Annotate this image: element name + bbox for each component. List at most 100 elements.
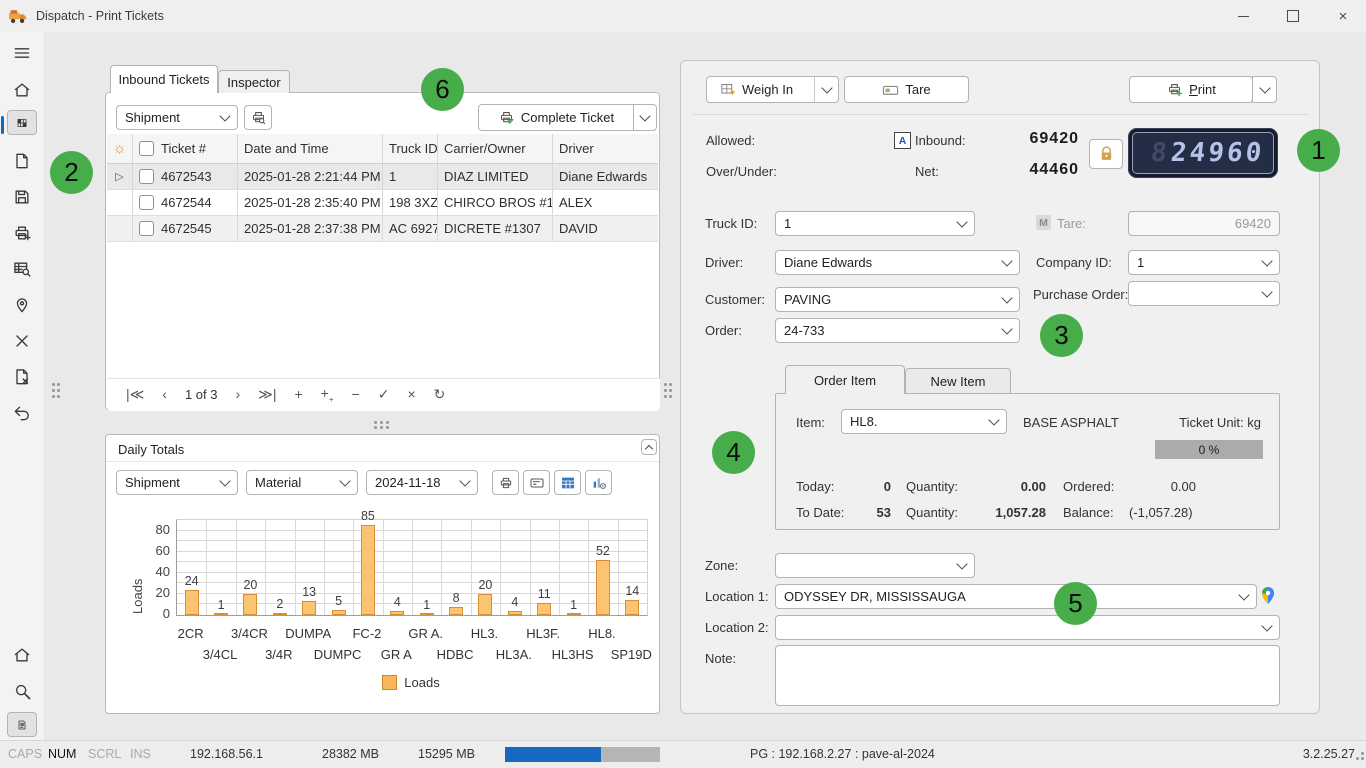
minimize-button[interactable] — [1221, 0, 1265, 32]
memory-1: 28382 MB — [322, 747, 379, 761]
column-truck[interactable]: Truck ID — [383, 134, 438, 163]
tab-inspector[interactable]: Inspector — [218, 70, 290, 93]
map-pin-icon[interactable] — [1261, 586, 1275, 605]
column-settings-header[interactable]: ☼ — [107, 134, 133, 163]
chart-category-label: FC-2 — [352, 626, 381, 641]
pager-next-button[interactable]: › — [227, 386, 250, 402]
pager-cancel-button[interactable]: × — [398, 386, 424, 402]
search-icon[interactable] — [7, 676, 37, 706]
table-search-icon[interactable] — [7, 254, 37, 284]
chart-bar — [567, 613, 581, 615]
note-textarea[interactable] — [775, 645, 1280, 706]
menu-icon[interactable] — [7, 38, 37, 68]
pager-delete-button[interactable]: − — [343, 386, 369, 402]
tab-order-item[interactable]: Order Item — [785, 365, 905, 394]
chevron-down-icon — [639, 110, 650, 121]
location2-select[interactable] — [775, 615, 1280, 640]
table-row[interactable]: 4672544 2025-01-28 2:35:40 PM 198 3XZ CH… — [107, 190, 658, 216]
close-button[interactable]: × — [1321, 0, 1365, 32]
pager-last-button[interactable]: ≫| — [249, 386, 285, 403]
chart-y-tick: 60 — [156, 543, 170, 558]
chart-y-tick: 40 — [156, 564, 170, 579]
tare-button[interactable]: Tare — [844, 76, 969, 103]
chart-bar-value: 20 — [243, 578, 257, 592]
column-datetime[interactable]: Date and Time — [238, 134, 383, 163]
print-dropdown[interactable] — [1252, 76, 1277, 103]
dashboard-icon[interactable] — [7, 110, 37, 135]
pager-commit-button[interactable]: ✓ — [369, 386, 399, 403]
collapse-panel-button[interactable] — [641, 439, 657, 455]
truck-id-select[interactable]: 1 — [775, 211, 975, 236]
totals-group-select[interactable]: Material — [246, 470, 358, 495]
location1-select[interactable]: ODYSSEY DR, MISSISSAUGA — [775, 584, 1257, 609]
order-select[interactable]: 24-733 — [775, 318, 1020, 343]
table-view-button[interactable] — [554, 470, 581, 495]
totals-type-select[interactable]: Shipment — [116, 470, 238, 495]
chart-bar-value: 20 — [478, 578, 492, 592]
row-checkbox[interactable] — [139, 195, 154, 210]
daily-totals-panel: Daily Totals Shipment Material 2024-11-1… — [105, 434, 660, 714]
chart-bar-value: 1 — [570, 598, 577, 612]
pager-add-child-button[interactable]: ++ — [312, 385, 343, 404]
row-checkbox[interactable] — [139, 221, 154, 236]
totals-date-select[interactable]: 2024-11-18 — [366, 470, 478, 495]
balance-value: (-1,057.28) — [1129, 505, 1193, 520]
chart-category-label: 2CR — [178, 626, 204, 641]
app-window: Dispatch - Print Tickets × Inbound T — [0, 0, 1366, 768]
memory-2: 15295 MB — [418, 747, 475, 761]
purchase-order-select[interactable] — [1128, 281, 1280, 306]
home-bottom-icon[interactable] — [7, 640, 37, 670]
print-add-icon[interactable] — [7, 218, 37, 248]
tab-new-item[interactable]: New Item — [905, 368, 1011, 394]
ticket-type-select[interactable]: Shipment — [116, 105, 238, 130]
chart-category-label: DUMPA — [285, 626, 331, 641]
chart-category-label: HL3. — [471, 626, 498, 641]
new-document-icon[interactable] — [7, 146, 37, 176]
pager-first-button[interactable]: |≪ — [117, 386, 153, 403]
save-icon[interactable] — [7, 182, 37, 212]
zone-select[interactable] — [775, 553, 975, 578]
void-document-icon[interactable] — [7, 362, 37, 392]
label-view-button[interactable] — [523, 470, 550, 495]
chart-bar — [302, 601, 316, 615]
chart-bar-value: 4 — [394, 595, 401, 609]
chart-bar-value: 52 — [596, 544, 610, 558]
complete-ticket-dropdown[interactable] — [633, 104, 657, 131]
pager-prev-button[interactable]: ‹ — [153, 386, 176, 402]
maximize-button[interactable] — [1271, 0, 1315, 32]
print-preview-button[interactable] — [244, 105, 272, 130]
to-date-label: To Date: — [796, 505, 844, 520]
column-ticket[interactable]: Ticket # — [133, 134, 238, 163]
column-driver[interactable]: Driver — [553, 134, 658, 163]
row-checkbox[interactable] — [139, 169, 154, 184]
weigh-in-icon — [719, 81, 736, 98]
home-icon[interactable] — [7, 75, 37, 105]
tab-inbound-tickets[interactable]: Inbound Tickets — [110, 65, 218, 93]
close-x-icon[interactable] — [7, 326, 37, 356]
tickets-document-icon[interactable] — [7, 712, 37, 737]
chart-plot: 241202135854182041115214 — [176, 519, 648, 616]
chart-settings-button[interactable] — [585, 470, 612, 495]
chevron-down-icon — [1238, 589, 1249, 600]
table-row[interactable]: 4672545 2025-01-28 2:37:38 PM AC 6927 DI… — [107, 216, 658, 242]
company-id-select[interactable]: 1 — [1128, 250, 1280, 275]
column-carrier[interactable]: Carrier/Owner — [438, 134, 553, 163]
undo-icon[interactable] — [7, 398, 37, 428]
driver-select[interactable]: Diane Edwards — [775, 250, 1020, 275]
print-ticket-button[interactable]: Print — [1129, 76, 1253, 103]
item-select[interactable]: HL8. — [841, 409, 1007, 434]
pager-refresh-button[interactable]: ↻ — [425, 386, 455, 403]
row-expander-icon[interactable]: ▷ — [115, 170, 123, 183]
location-pin-icon[interactable] — [7, 290, 37, 320]
chevron-down-icon — [1261, 286, 1272, 297]
pager-add-button[interactable]: + — [285, 386, 311, 402]
complete-ticket-button[interactable]: Complete Ticket — [478, 104, 634, 131]
ip-address: 192.168.56.1 — [190, 747, 263, 761]
weigh-in-dropdown[interactable] — [814, 77, 838, 102]
print-chart-button[interactable] — [492, 470, 519, 495]
table-row[interactable]: ▷ 4672543 2025-01-28 2:21:44 PM 1 DIAZ L… — [107, 164, 658, 190]
weigh-in-button[interactable]: Weigh In — [706, 76, 839, 103]
select-all-checkbox[interactable] — [139, 141, 154, 156]
customer-select[interactable]: PAVING — [775, 287, 1020, 312]
scale-lock-button[interactable] — [1089, 139, 1123, 169]
